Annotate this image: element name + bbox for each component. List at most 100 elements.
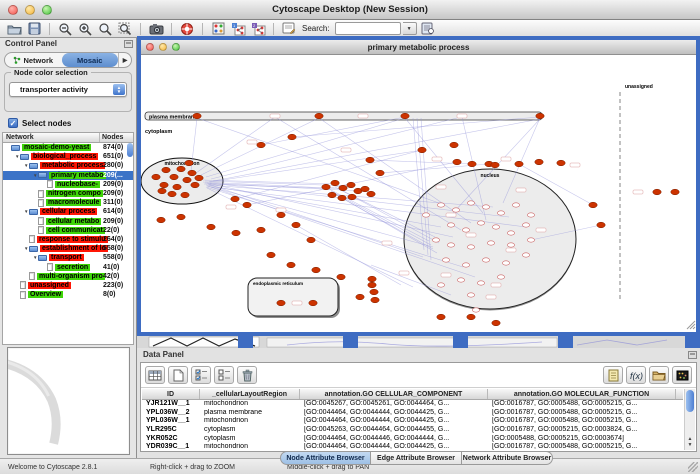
node[interactable] bbox=[257, 227, 265, 233]
node-open[interactable] bbox=[457, 278, 464, 282]
table-row[interactable]: YLR295Ccytoplasm[GO:0045263, GO:0044464,… bbox=[142, 426, 683, 435]
import-attributes-icon[interactable] bbox=[649, 366, 669, 384]
network-overlay-icon-1[interactable]: 1 bbox=[229, 21, 247, 37]
unselect-attributes-icon[interactable] bbox=[214, 366, 234, 384]
node[interactable] bbox=[173, 184, 181, 190]
node-open[interactable] bbox=[422, 213, 429, 217]
zoom-in-icon[interactable] bbox=[76, 21, 94, 37]
node[interactable] bbox=[322, 184, 330, 190]
node-open[interactable] bbox=[437, 283, 444, 287]
node[interactable] bbox=[536, 113, 544, 119]
select-attributes-icon[interactable] bbox=[191, 366, 211, 384]
node[interactable] bbox=[453, 159, 461, 165]
node[interactable] bbox=[181, 192, 189, 198]
node[interactable] bbox=[450, 142, 458, 148]
scrollbar-arrows[interactable]: ▲▼ bbox=[685, 436, 695, 450]
tree-item[interactable]: unassigned223(0) bbox=[3, 281, 133, 290]
node[interactable] bbox=[243, 202, 251, 208]
node-open[interactable] bbox=[492, 225, 499, 229]
tree-item[interactable]: ▼biological_process651(0) bbox=[3, 152, 133, 161]
node-color-dropdown[interactable]: transporter activity ▲▼ bbox=[9, 82, 127, 97]
node[interactable] bbox=[157, 217, 165, 223]
node-open[interactable] bbox=[462, 263, 469, 267]
network-window-titlebar[interactable]: primary metabolic process bbox=[141, 40, 696, 55]
node-open[interactable] bbox=[497, 211, 504, 215]
tab-edge-attribute-browser[interactable]: Edge Attribute Browser bbox=[371, 451, 462, 465]
node[interactable] bbox=[515, 161, 523, 167]
node[interactable] bbox=[267, 252, 275, 258]
birdseye-view[interactable] bbox=[7, 347, 130, 455]
node-open[interactable] bbox=[522, 253, 529, 257]
node[interactable] bbox=[535, 159, 543, 165]
node[interactable] bbox=[467, 314, 475, 320]
layout-grid-icon[interactable] bbox=[209, 21, 227, 37]
scrollbar-thumb[interactable] bbox=[686, 390, 694, 412]
node-open[interactable] bbox=[467, 201, 474, 205]
help-lifering-icon[interactable] bbox=[178, 21, 196, 37]
node[interactable] bbox=[177, 214, 185, 220]
node[interactable] bbox=[185, 160, 193, 166]
minimize-window-icon[interactable] bbox=[25, 5, 35, 15]
node-open[interactable] bbox=[447, 223, 454, 227]
tab-network-attribute-browser[interactable]: Network Attribute Browser bbox=[462, 451, 553, 465]
node[interactable] bbox=[288, 134, 296, 140]
snapshot-camera-icon[interactable] bbox=[147, 21, 165, 37]
node[interactable] bbox=[492, 320, 500, 326]
tree-col-nodes[interactable]: Nodes bbox=[100, 133, 133, 142]
index-search-icon[interactable] bbox=[419, 21, 437, 37]
close-window-icon[interactable] bbox=[8, 5, 18, 15]
tree-col-network[interactable]: Network bbox=[3, 133, 100, 142]
open-folder-icon[interactable] bbox=[5, 21, 23, 37]
node[interactable] bbox=[287, 262, 295, 268]
canvas-resize-grip[interactable] bbox=[693, 327, 695, 329]
node-open[interactable] bbox=[527, 213, 534, 217]
network-canvas[interactable]: plasma membranecytoplasmmitochondrionnuc… bbox=[141, 55, 696, 332]
node[interactable] bbox=[371, 297, 379, 303]
node[interactable] bbox=[309, 300, 317, 306]
node-open[interactable] bbox=[507, 243, 514, 247]
float-panel-icon[interactable] bbox=[688, 351, 697, 359]
node[interactable] bbox=[292, 222, 300, 228]
tree-item[interactable]: ▼establishment of lo558(0) bbox=[3, 244, 133, 253]
node[interactable] bbox=[418, 147, 426, 153]
zoom-out-icon[interactable] bbox=[56, 21, 74, 37]
node[interactable] bbox=[347, 182, 355, 188]
node-open[interactable] bbox=[477, 281, 484, 285]
node[interactable] bbox=[177, 166, 185, 172]
node[interactable] bbox=[315, 113, 323, 119]
node-open[interactable] bbox=[482, 205, 489, 209]
float-panel-icon[interactable] bbox=[124, 40, 133, 48]
node[interactable] bbox=[277, 300, 285, 306]
function-builder-icon[interactable]: f(x) bbox=[626, 366, 646, 384]
annotation-icon[interactable] bbox=[280, 21, 298, 37]
search-dropdown-icon[interactable]: ▼ bbox=[403, 22, 417, 35]
table-row[interactable]: YJR121W__1mitochondrion[GO:0045267, GO:0… bbox=[142, 400, 683, 409]
table-column-header[interactable]: annotation.GO MOLECULAR_FUNCTION bbox=[488, 389, 676, 399]
node-open[interactable] bbox=[467, 293, 474, 297]
node[interactable] bbox=[491, 162, 499, 168]
node-open[interactable] bbox=[497, 275, 504, 279]
tab-network[interactable]: Network bbox=[5, 53, 62, 67]
node[interactable] bbox=[191, 182, 199, 188]
table-row[interactable]: YPL036W__1mitochondrion[GO:0044464, GO:0… bbox=[142, 417, 683, 426]
node-open[interactable] bbox=[462, 228, 469, 232]
tab-node-attribute-browser[interactable]: Node Attribute Browser bbox=[280, 451, 371, 465]
node[interactable] bbox=[183, 177, 191, 183]
node[interactable] bbox=[338, 195, 346, 201]
node-open[interactable] bbox=[507, 231, 514, 235]
tree-item[interactable]: ▼transport558(0) bbox=[3, 253, 133, 262]
network-overlay-icon-2[interactable]: 2 bbox=[249, 21, 267, 37]
node[interactable] bbox=[328, 192, 336, 198]
node-open[interactable] bbox=[512, 203, 519, 207]
table-scrollbar[interactable]: ▲▼ bbox=[684, 389, 695, 450]
resize-grip[interactable] bbox=[688, 462, 698, 472]
table-column-header[interactable]: _cellularLayoutRegion bbox=[200, 389, 300, 399]
node[interactable] bbox=[368, 276, 376, 282]
zoom-selected-icon[interactable] bbox=[96, 21, 114, 37]
node[interactable] bbox=[193, 113, 201, 119]
tree-item[interactable]: multi-organism pro42(0) bbox=[3, 272, 133, 281]
node[interactable] bbox=[597, 222, 605, 228]
close-view-icon[interactable] bbox=[146, 43, 154, 51]
node[interactable] bbox=[277, 212, 285, 218]
node-open[interactable] bbox=[487, 241, 494, 245]
